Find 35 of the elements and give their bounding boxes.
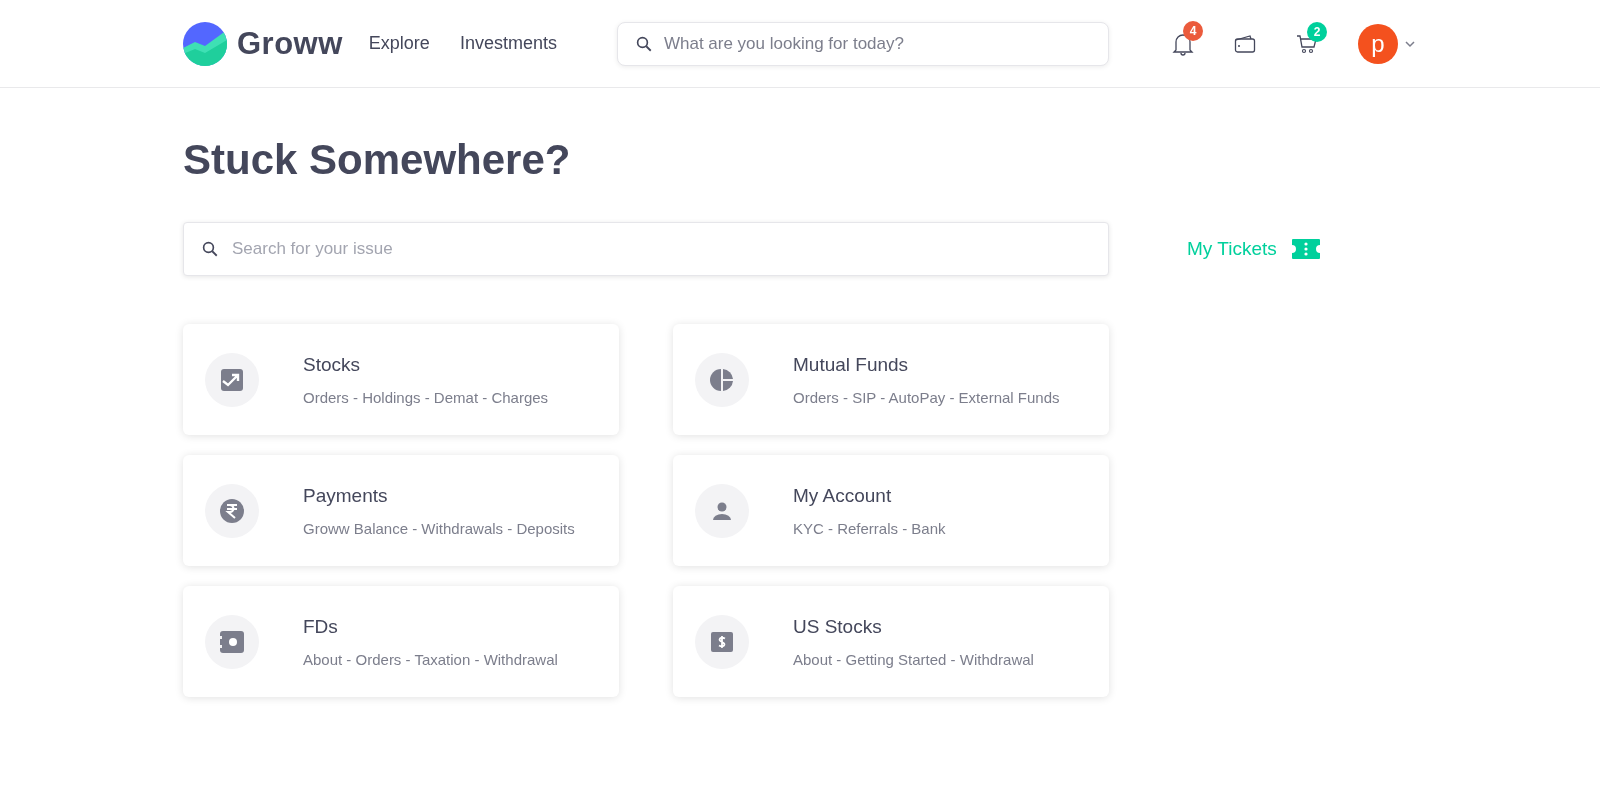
trend-chart-icon <box>220 367 244 392</box>
category-card[interactable]: My Account KYC - Referrals - Bank <box>673 455 1109 566</box>
count-badge: 2 <box>1307 21 1327 42</box>
count-badge: 4 <box>1183 20 1203 41</box>
nav-link[interactable]: Investments <box>459 33 557 54</box>
wallet-icon[interactable] <box>1234 33 1256 54</box>
category-topics: Orders - SIP - AutoPay - External Funds <box>793 388 1060 406</box>
category-topics: Groww Balance - Withdrawals - Deposits <box>303 519 575 537</box>
issue-search-field[interactable]: Search for your issue <box>183 222 1109 276</box>
category-topics: About - Getting Started - Withdrawal <box>793 650 1034 668</box>
category-topics: About - Orders - Taxation - Withdrawal <box>303 650 558 668</box>
nav-link[interactable]: Explore <box>368 33 430 54</box>
category-card[interactable]: Stocks Orders - Holdings - Demat - Charges <box>183 324 619 435</box>
category-title: US Stocks <box>793 615 883 638</box>
pie-chart-icon <box>710 367 734 392</box>
person-icon <box>712 500 732 521</box>
category-topics: Orders - Holdings - Demat - Charges <box>303 388 549 406</box>
brand-name[interactable]: Groww <box>237 25 343 62</box>
logo-icon[interactable] <box>183 21 227 66</box>
page-title: Stuck Somewhere? <box>183 136 572 184</box>
category-title: Mutual Funds <box>793 353 910 376</box>
category-card[interactable]: US Stocks About - Getting Started - Withdrawal <box>673 586 1109 697</box>
search-field[interactable]: What are you looking for today? <box>616 21 1109 66</box>
category-card[interactable]: Mutual Funds Orders - SIP - AutoPay - External Funds <box>673 324 1109 435</box>
safe-icon <box>219 629 245 654</box>
chevron-down-icon[interactable] <box>1404 39 1416 48</box>
category-title: FDs <box>303 615 339 638</box>
rupee-coin-icon <box>219 497 245 524</box>
category-title: Payments <box>303 484 389 507</box>
category-card[interactable]: Payments Groww Balance - Withdrawals - Deposits <box>183 455 619 566</box>
category-title: My Account <box>793 484 893 507</box>
dollar-note-icon <box>710 630 734 653</box>
category-topics: KYC - Referrals - Bank <box>793 519 946 537</box>
category-title: Stocks <box>303 353 362 376</box>
category-card[interactable]: FDs About - Orders - Taxation - Withdrawal <box>183 586 619 697</box>
